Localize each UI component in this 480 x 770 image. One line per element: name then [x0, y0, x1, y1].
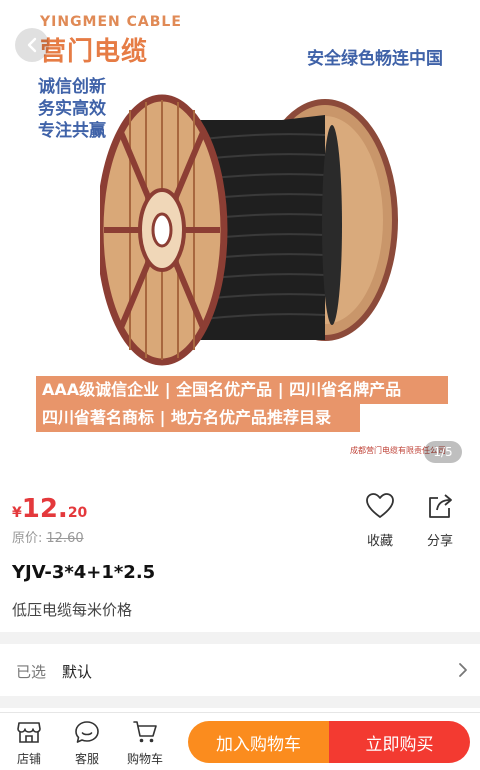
store-tab[interactable]: 店铺 — [6, 719, 52, 767]
honor-banner-row: 四川省著名商标 | 地方名优产品推荐目录 — [36, 404, 360, 432]
section-divider — [0, 632, 480, 644]
store-label: 店铺 — [16, 752, 41, 766]
selected-label: 已选 — [16, 663, 47, 681]
add-to-cart-button[interactable]: 加入购物车 — [188, 721, 329, 763]
cart-label: 购物车 — [126, 752, 163, 766]
cart-icon — [133, 721, 157, 743]
store-icon — [17, 722, 41, 743]
share-button[interactable]: 分享 — [420, 492, 460, 549]
brand-tagline: 安全绿色畅连中国 — [307, 49, 443, 69]
product-image-carousel[interactable]: YINGMEN CABLE 营门电缆 安全绿色畅连中国 诚信创新 务实高效 专注… — [0, 0, 480, 470]
currency-symbol: ¥ — [12, 505, 22, 521]
favorite-label: 收藏 — [366, 534, 393, 549]
product-title: YJV-3*4+1*2.5 — [12, 562, 156, 583]
service-tab[interactable]: 客服 — [64, 719, 110, 767]
product-subtitle: 低压电缆每米价格 — [12, 601, 133, 619]
slogan-line: 专注共赢 — [38, 121, 106, 141]
brand-name-en: YINGMEN CABLE — [40, 14, 182, 30]
original-price: 原价: 12.60 — [12, 527, 84, 546]
section-divider — [0, 696, 480, 708]
chevron-right-icon — [459, 663, 467, 677]
slogan-line: 诚信创新 — [38, 77, 106, 97]
heart-icon — [366, 493, 394, 518]
cart-tab[interactable]: 购物车 — [122, 719, 168, 767]
buy-now-button[interactable]: 立即购买 — [329, 721, 470, 763]
brand-name-cn: 营门电缆 — [40, 37, 149, 67]
chevron-left-icon — [27, 37, 37, 53]
back-button[interactable] — [15, 28, 49, 62]
chat-icon — [75, 721, 99, 743]
price-integer: 12. — [21, 494, 68, 524]
share-label: 分享 — [426, 534, 453, 549]
cable-reel-image — [100, 94, 398, 366]
current-price: ¥12.20 — [12, 494, 87, 524]
spec-selector-row[interactable]: 已选 默认 — [0, 644, 480, 696]
service-label: 客服 — [74, 752, 99, 766]
slogan-line: 务实高效 — [38, 99, 106, 119]
bottom-action-bar: 店铺 客服 购物车 加入购物车 立即购买 — [0, 712, 480, 770]
original-price-label: 原价: — [12, 531, 43, 546]
price-decimal: 20 — [67, 505, 88, 521]
selected-value: 默认 — [62, 663, 93, 681]
image-pager: 1/5 — [424, 441, 462, 463]
favorite-button[interactable]: 收藏 — [360, 492, 400, 549]
original-price-value: 12.60 — [46, 531, 84, 546]
share-icon — [429, 494, 452, 518]
honor-banner-row: AAA级诚信企业 | 全国名优产品 | 四川省名牌产品 — [36, 376, 448, 404]
